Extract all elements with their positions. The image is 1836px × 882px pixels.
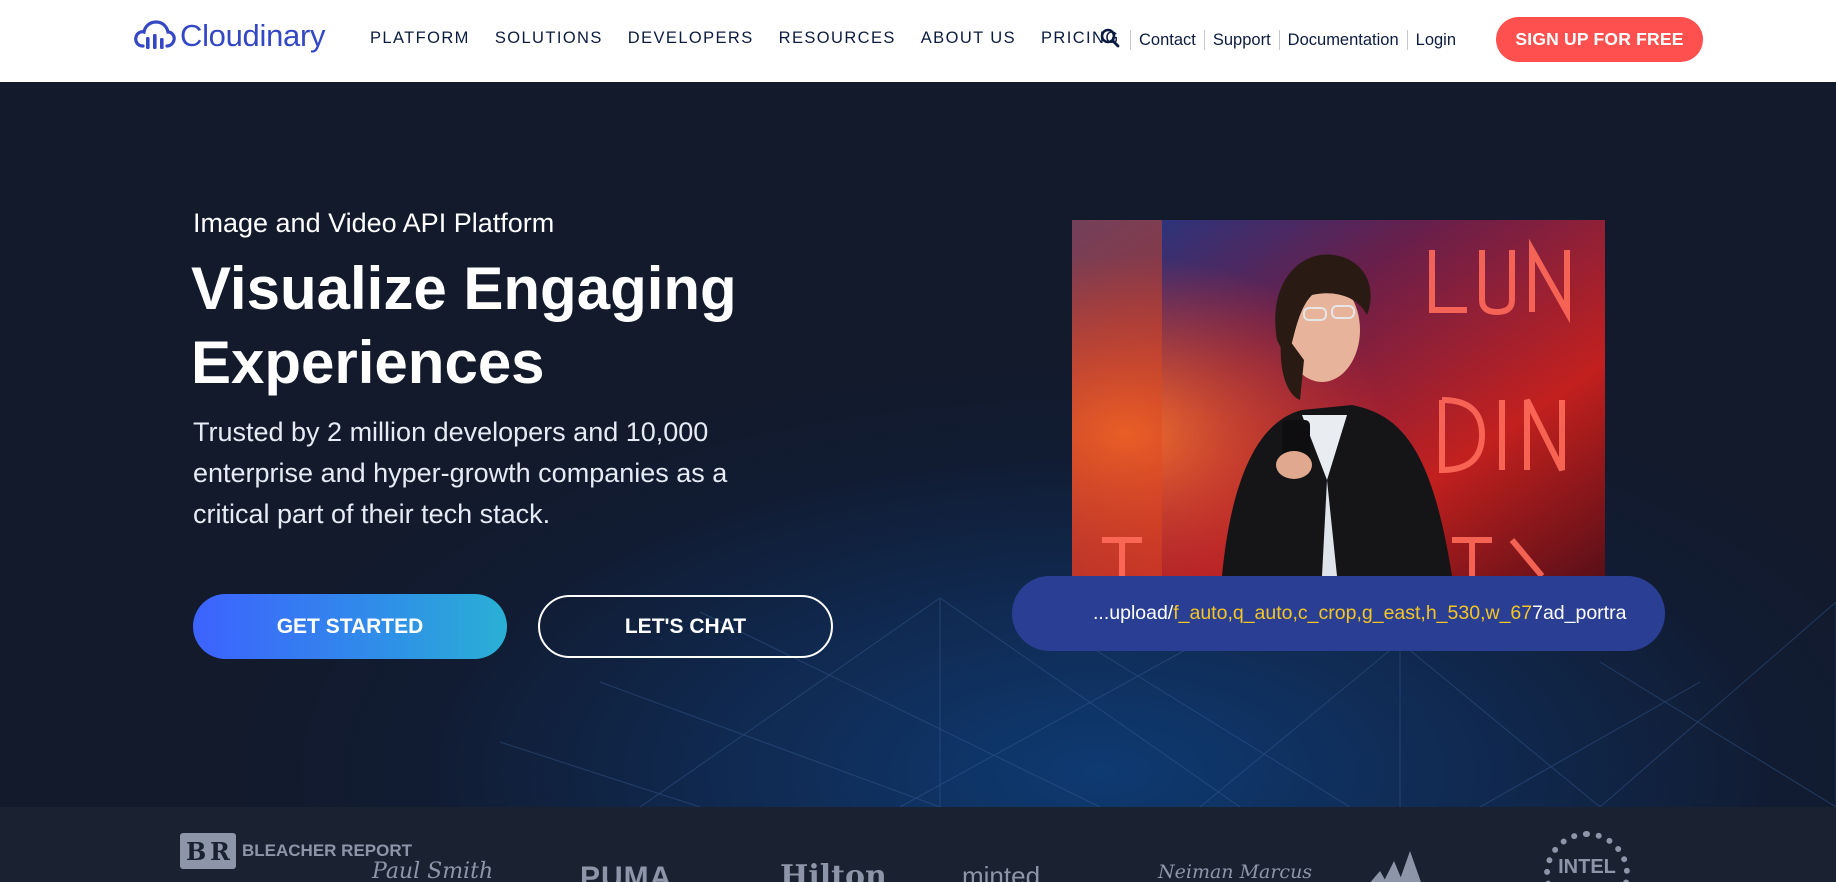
url-prefix: ...upload/ <box>1093 602 1174 624</box>
main-nav: PLATFORM SOLUTIONS DEVELOPERS RESOURCES … <box>370 29 1145 48</box>
site-header: Cloudinary PLATFORM SOLUTIONS DEVELOPERS… <box>0 0 1836 82</box>
nav-developers[interactable]: DEVELOPERS <box>628 29 754 48</box>
documentation-link[interactable]: Documentation <box>1280 31 1407 50</box>
headline-line-2: Experiences <box>191 329 545 396</box>
brand-logo-adidas <box>1370 851 1421 882</box>
lets-chat-button[interactable]: LET'S CHAT <box>538 595 833 658</box>
transformation-url: ...upload/f_auto,q_auto,c_crop,g_east,h_… <box>1093 602 1626 625</box>
utility-links: Contact Support Documentation Login <box>1130 30 1464 50</box>
brand-logo-intel: INTEL <box>1544 831 1630 882</box>
nav-about-us[interactable]: ABOUT US <box>921 29 1016 48</box>
headline-line-1: Visualize Engaging <box>191 255 737 322</box>
brand-logo-puma: PUMA <box>580 861 673 882</box>
hero-headline: Visualize Engaging Experiences <box>191 252 811 400</box>
search-icon[interactable] <box>1100 28 1120 48</box>
nav-resources[interactable]: RESOURCES <box>779 29 896 48</box>
get-started-button[interactable]: GET STARTED <box>193 594 507 659</box>
hero-subcopy: Trusted by 2 million developers and 10,0… <box>193 417 728 529</box>
contact-link[interactable]: Contact <box>1131 31 1204 50</box>
cloud-logo-icon <box>134 20 176 49</box>
brand-logo-minted: minted <box>962 861 1041 882</box>
customer-logos-strip: B R BLEACHER REPORT Paul Smith PUMA Hilt… <box>0 807 1836 882</box>
hero-photo <box>1072 220 1605 576</box>
brand-logo-hilton: Hilton <box>780 859 887 882</box>
login-link[interactable]: Login <box>1408 31 1464 50</box>
hero-eyebrow: Image and Video API Platform <box>193 208 555 238</box>
brand-logo-neiman-marcus: Neiman Marcus <box>1158 861 1313 882</box>
url-params: f_auto,q_auto,c_crop,g_east,h_530,w_67 <box>1173 602 1533 624</box>
hero-section: Image and Video API Platform Visualize E… <box>0 82 1836 807</box>
logo-wordmark: Cloudinary <box>180 18 326 53</box>
brand-logo-paul-smith: Paul Smith <box>372 859 494 882</box>
brand-logo-bleacher-report: B R BLEACHER REPORT <box>180 833 412 869</box>
nav-platform[interactable]: PLATFORM <box>370 29 470 48</box>
nav-solutions[interactable]: SOLUTIONS <box>495 29 603 48</box>
support-link[interactable]: Support <box>1205 31 1279 50</box>
url-suffix: 7ad_portra <box>1532 602 1627 624</box>
transformation-url-bar: ...upload/f_auto,q_auto,c_crop,g_east,h_… <box>1012 576 1665 651</box>
cloudinary-logo[interactable]: Cloudinary <box>134 18 326 54</box>
signup-button[interactable]: SIGN UP FOR FREE <box>1496 17 1703 62</box>
br-mark-icon: B R <box>180 833 236 869</box>
